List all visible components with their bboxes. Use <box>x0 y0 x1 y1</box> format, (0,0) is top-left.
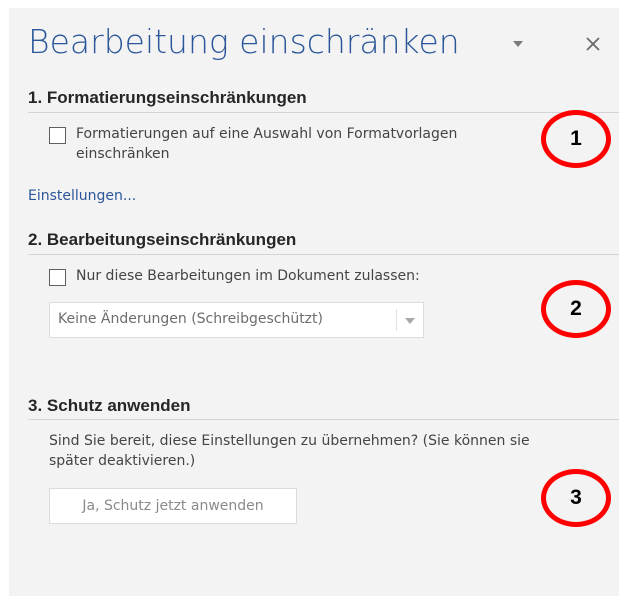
formatting-restriction-label-line2: einschränken <box>76 146 170 162</box>
section-divider <box>28 254 619 255</box>
annotation-marker-2: 2 <box>541 280 611 338</box>
editing-restriction-checkbox[interactable] <box>49 269 66 286</box>
settings-link[interactable]: Einstellungen... <box>28 188 136 204</box>
pane-title: Bearbeitung einschränken <box>28 22 460 61</box>
formatting-restriction-label-line1: Formatierungen auf eine Auswahl von Form… <box>76 126 458 142</box>
dropdown-separator <box>396 309 397 331</box>
editing-restriction-label: Nur diese Bearbeitungen im Dokument zula… <box>76 268 420 284</box>
editing-type-dropdown[interactable]: Keine Änderungen (Schreibgeschützt) <box>49 302 424 338</box>
protection-description-line1: Sind Sie bereit, diese Einstellungen zu … <box>49 433 530 449</box>
section-divider <box>28 112 619 113</box>
annotation-marker-1: 1 <box>541 110 611 168</box>
apply-protection-button[interactable]: Ja, Schutz jetzt anwenden <box>49 488 297 524</box>
section-header-formatting: 1. Formatierungseinschränkungen <box>28 88 307 107</box>
section-header-editing: 2. Bearbeitungseinschränkungen <box>28 230 297 249</box>
chevron-down-icon[interactable] <box>399 310 421 332</box>
section-divider <box>28 419 619 420</box>
close-icon[interactable] <box>581 32 605 56</box>
section-header-protection: 3. Schutz anwenden <box>28 396 191 415</box>
formatting-restriction-label: Formatierungen auf eine Auswahl von Form… <box>76 124 546 164</box>
dropdown-selected-value: Keine Änderungen (Schreibgeschützt) <box>58 311 323 327</box>
protection-description-line2: später deaktivieren.) <box>49 453 196 469</box>
annotation-marker-3: 3 <box>541 469 611 527</box>
protection-description: Sind Sie bereit, diese Einstellungen zu … <box>49 431 619 471</box>
formatting-restriction-checkbox[interactable] <box>49 127 66 144</box>
chevron-down-icon[interactable] <box>506 32 530 56</box>
restrict-editing-pane: Bearbeitung einschränken 1. Formatierung… <box>9 8 619 596</box>
